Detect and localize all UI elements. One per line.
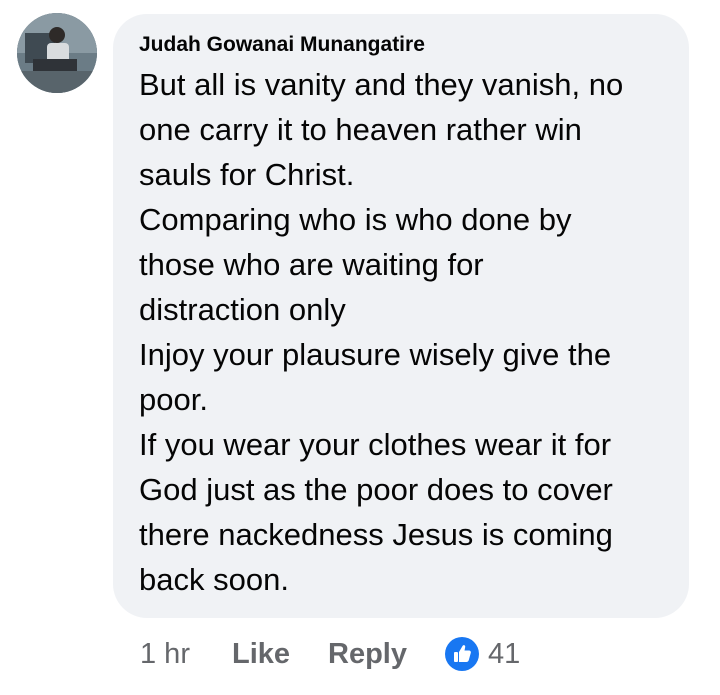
comment-line: Injoy your plausure wisely give the	[139, 337, 612, 372]
like-icon	[445, 637, 479, 671]
comment-text: But all is vanity and they vanish, no on…	[139, 62, 667, 602]
comment-line: sauls for Christ.	[139, 157, 355, 192]
avatar[interactable]	[17, 13, 97, 93]
comment-line: back soon.	[139, 562, 289, 597]
reaction-summary[interactable]: 41	[445, 637, 520, 671]
reaction-count: 41	[488, 637, 521, 670]
comment-bubble: Judah Gowanai Munangatire But all is van…	[113, 14, 689, 618]
reply-button[interactable]: Reply	[328, 638, 407, 671]
comment-line: Comparing who is who done by	[139, 202, 572, 237]
comment-line: one carry it to heaven rather win	[139, 112, 582, 147]
comment-line: distraction only	[139, 292, 346, 327]
comment-line: there nackedness Jesus is coming	[139, 517, 613, 552]
comment-line: But all is vanity and they vanish, no	[139, 67, 624, 102]
comment-timestamp[interactable]: 1 hr	[140, 638, 190, 671]
comment-line: If you wear your clothes wear it for	[139, 427, 612, 462]
comment-line: those who are waiting for	[139, 247, 484, 282]
comment-author[interactable]: Judah Gowanai Munangatire	[139, 32, 667, 58]
comment-line: poor.	[139, 382, 208, 417]
comment-actions: 1 hr Like Reply 41	[140, 634, 520, 674]
comment-line: God just as the poor does to cover	[139, 472, 613, 507]
like-button[interactable]: Like	[232, 638, 290, 671]
profile-photo	[17, 13, 97, 93]
